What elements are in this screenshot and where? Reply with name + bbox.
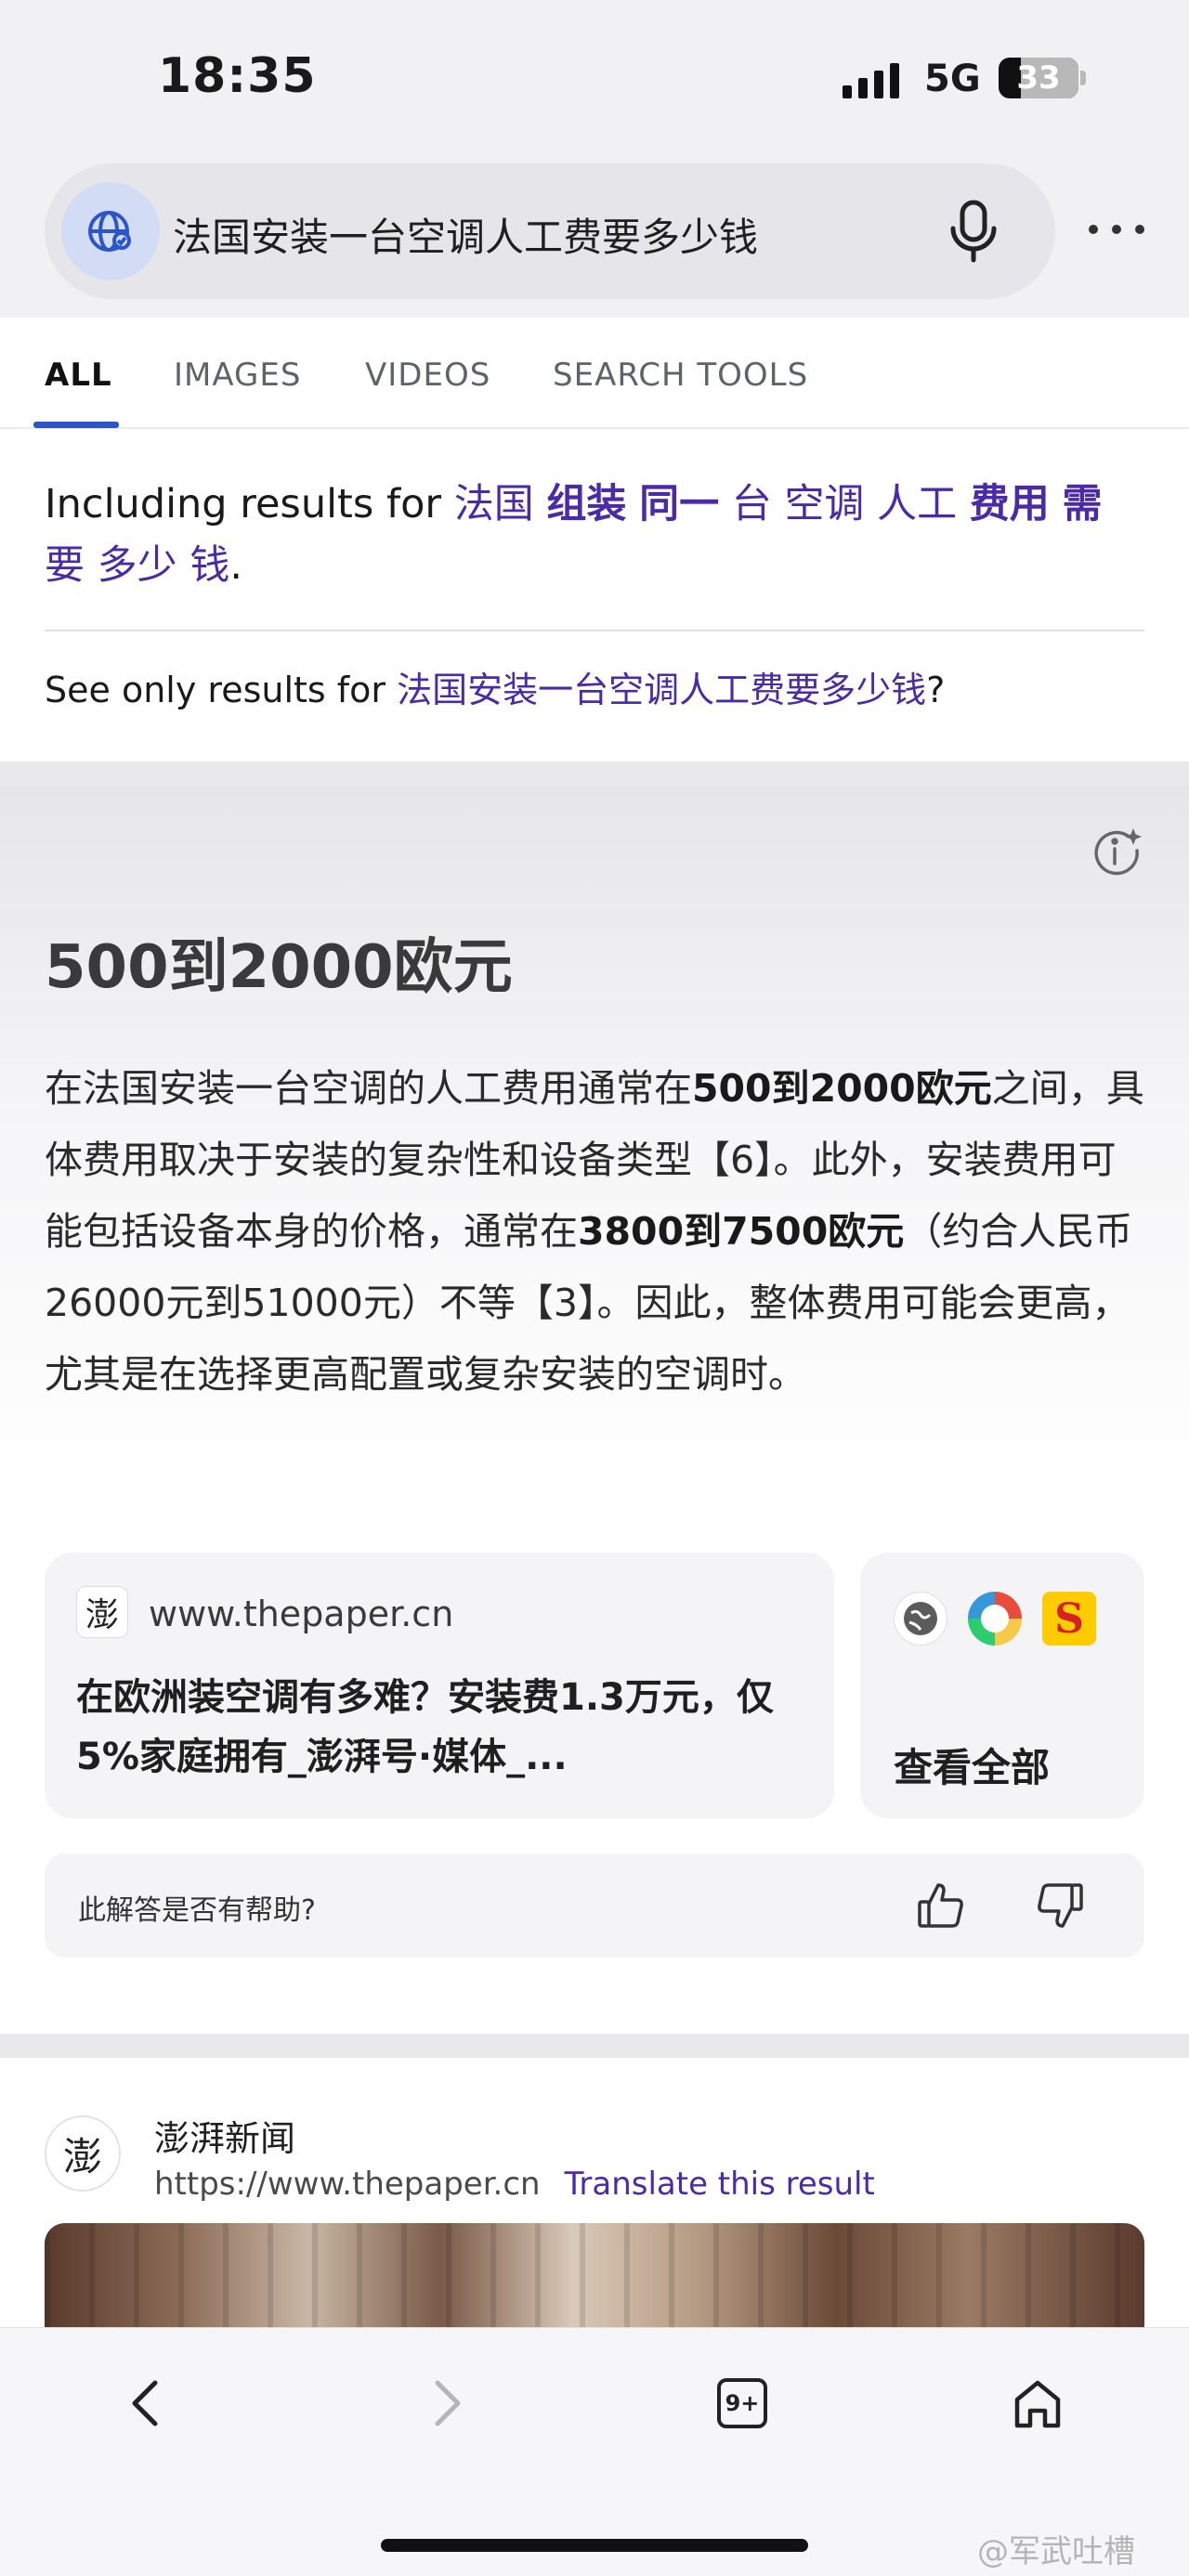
source-domain: www.thepaper.cn xyxy=(149,1594,454,1634)
source-title: 在欧洲装空调有多难？安装费1.3万元，仅5%家庭拥有_澎湃号·媒体_... xyxy=(76,1676,774,1778)
more-options-icon[interactable] xyxy=(1089,206,1144,253)
source-card[interactable]: 澎 www.thepaper.cn 在欧洲装空调有多难？安装费1.3万元，仅5%… xyxy=(45,1553,834,1818)
see-only-link[interactable]: 法国安装一台空调人工费要多少钱 xyxy=(397,670,926,710)
ai-info-icon[interactable] xyxy=(1091,826,1143,878)
network-type: 5G xyxy=(924,58,981,100)
see-all-label: 查看全部 xyxy=(894,1745,1051,1790)
battery-level: 33 xyxy=(1016,59,1061,97)
active-tab-indicator xyxy=(33,422,119,428)
section-separator xyxy=(0,2034,1189,2058)
status-time: 18:35 xyxy=(158,48,317,104)
ai-answer-body: 在法国安装一台空调的人工费用通常在500到2000欧元之间，具体费用取决于安装的… xyxy=(45,1066,1144,1397)
microphone-icon[interactable] xyxy=(936,195,1011,269)
sohu-source-icon: S xyxy=(1042,1592,1096,1646)
news-source-icon xyxy=(968,1592,1022,1646)
search-bar[interactable]: 法国安装一台空调人工费要多少钱 xyxy=(45,163,1055,299)
thumbs-down-icon[interactable] xyxy=(1031,1878,1087,1933)
back-arrow-icon[interactable] xyxy=(104,2361,188,2445)
feedback-bar: 此解答是否有帮助? xyxy=(45,1854,1144,1958)
thepaper-logo-icon: 澎 xyxy=(76,1586,128,1638)
search-query[interactable]: 法国安装一台空调人工费要多少钱 xyxy=(173,206,758,263)
divider xyxy=(45,630,1144,631)
thumbs-up-icon[interactable] xyxy=(914,1878,970,1933)
see-only-notice: See only results for 法国安装一台空调人工费要多少钱? xyxy=(45,670,946,710)
search-tabs: ALL IMAGES VIDEOS SEARCH TOOLS xyxy=(0,318,1189,429)
feedback-question: 此解答是否有帮助? xyxy=(78,1894,316,1927)
translate-result-link[interactable]: Translate this result xyxy=(565,2166,875,2203)
translate-globe-icon[interactable] xyxy=(61,182,160,280)
battery-icon: 33 xyxy=(999,58,1078,98)
tabs-button[interactable]: 9+ xyxy=(700,2361,784,2445)
result-url[interactable]: https://www.thepaper.cn xyxy=(154,2166,541,2203)
tab-count: 9+ xyxy=(717,2378,767,2428)
watermark: @军武吐槽 xyxy=(977,2533,1135,2570)
section-separator xyxy=(0,761,1189,786)
battery-tip xyxy=(1080,71,1086,85)
tab-all[interactable]: ALL xyxy=(45,357,112,394)
ai-answer-headline: 500到2000欧元 xyxy=(45,933,513,1002)
see-all-sources-card[interactable]: S 查看全部 xyxy=(860,1553,1144,1818)
search-bar-area: 法国安装一台空调人工费要多少钱 xyxy=(0,158,1189,318)
tab-search-tools[interactable]: SEARCH TOOLS xyxy=(553,357,808,394)
home-icon[interactable] xyxy=(996,2361,1079,2445)
globe-source-icon xyxy=(894,1592,947,1646)
signal-icon xyxy=(843,61,899,98)
including-prefix: Including results for xyxy=(45,481,454,527)
result-source-name[interactable]: 澎湃新闻 xyxy=(154,2110,295,2161)
status-bar: 18:35 5G 33 xyxy=(0,0,1189,158)
home-indicator xyxy=(381,2539,808,2552)
forward-arrow-icon[interactable] xyxy=(405,2361,489,2445)
tab-videos[interactable]: VIDEOS xyxy=(365,357,490,394)
including-results-notice: Including results for 法国 组装 同一 台 空调 人工 费… xyxy=(45,481,1103,589)
result-url-line: https://www.thepaper.cn Translate this re… xyxy=(154,2166,875,2203)
tab-images[interactable]: IMAGES xyxy=(174,357,301,394)
result-site-logo[interactable]: 澎 xyxy=(45,2115,121,2192)
